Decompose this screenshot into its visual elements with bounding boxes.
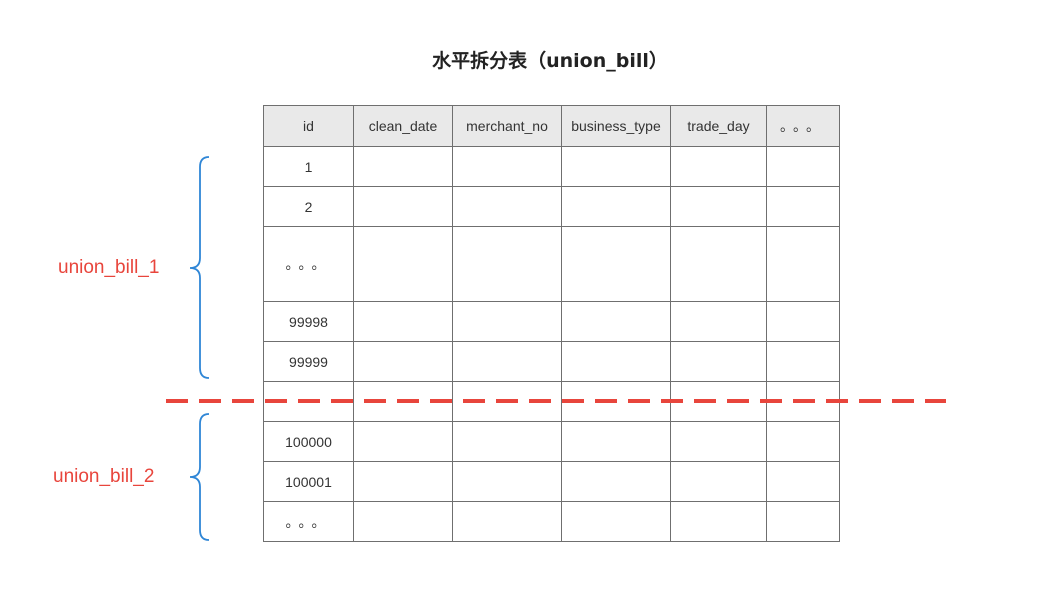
shard-label-union-bill-2: union_bill_2	[53, 466, 155, 487]
shard-braces	[189, 156, 210, 541]
union-bill-2-brace	[189, 413, 210, 541]
union-bill-1-brace	[189, 156, 210, 379]
shard-label-union-bill-1: union_bill_1	[58, 257, 160, 278]
